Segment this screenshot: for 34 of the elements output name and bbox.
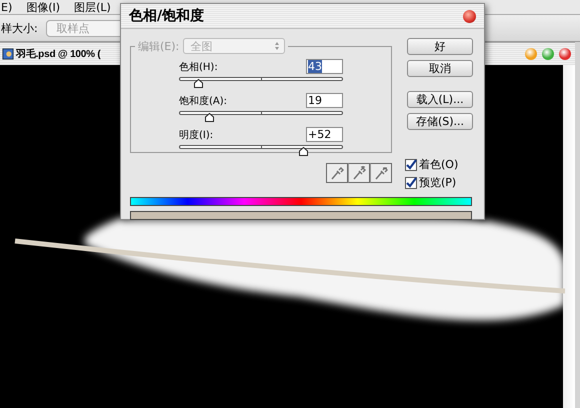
edit-label: 编辑(E):: [138, 38, 180, 54]
slider-label: 色相(H):: [179, 60, 218, 74]
menu-item[interactable]: 图像(I): [26, 0, 60, 14]
document-icon: [2, 48, 14, 60]
dialog-button[interactable]: 存储(S)...: [407, 113, 473, 130]
eyedropper-icon: [374, 166, 388, 180]
option-label: 样大小:: [1, 20, 38, 36]
checkbox[interactable]: [405, 176, 417, 188]
checkbox[interactable]: [405, 158, 417, 170]
vertical-scrollbar[interactable]: [563, 65, 575, 408]
value-field[interactable]: 43: [306, 59, 343, 74]
value-field[interactable]: 19: [306, 93, 343, 108]
checkbox-label: 预览(P): [419, 175, 456, 190]
eyedropper-icon: [352, 166, 366, 180]
dialog-button[interactable]: 取消: [407, 60, 473, 77]
eyedropper-button[interactable]: [370, 163, 392, 183]
checkbox-label: 着色(O): [419, 157, 458, 172]
eyedropper-button[interactable]: [326, 163, 348, 183]
eyedropper-button[interactable]: [348, 163, 370, 183]
close-button[interactable]: [559, 48, 571, 60]
menu-item[interactable]: E): [1, 0, 12, 14]
slider-label: 明度(I):: [179, 128, 214, 142]
slider-track[interactable]: [179, 77, 343, 89]
slider-track[interactable]: [179, 145, 343, 157]
dropdown-value: 全图: [190, 38, 212, 54]
eyedropper-icon: [330, 166, 344, 180]
menu-item[interactable]: 图层(L): [74, 0, 111, 14]
slider-label: 饱和度(A):: [179, 94, 228, 108]
slider-track[interactable]: [179, 111, 343, 123]
close-button[interactable]: [463, 10, 476, 22]
document-title: 羽毛.psd @ 100% (: [16, 48, 101, 61]
dialog-button[interactable]: 好: [407, 38, 473, 55]
dialog-button[interactable]: 载入(L)...: [407, 91, 473, 108]
value-field[interactable]: +52: [306, 127, 343, 142]
